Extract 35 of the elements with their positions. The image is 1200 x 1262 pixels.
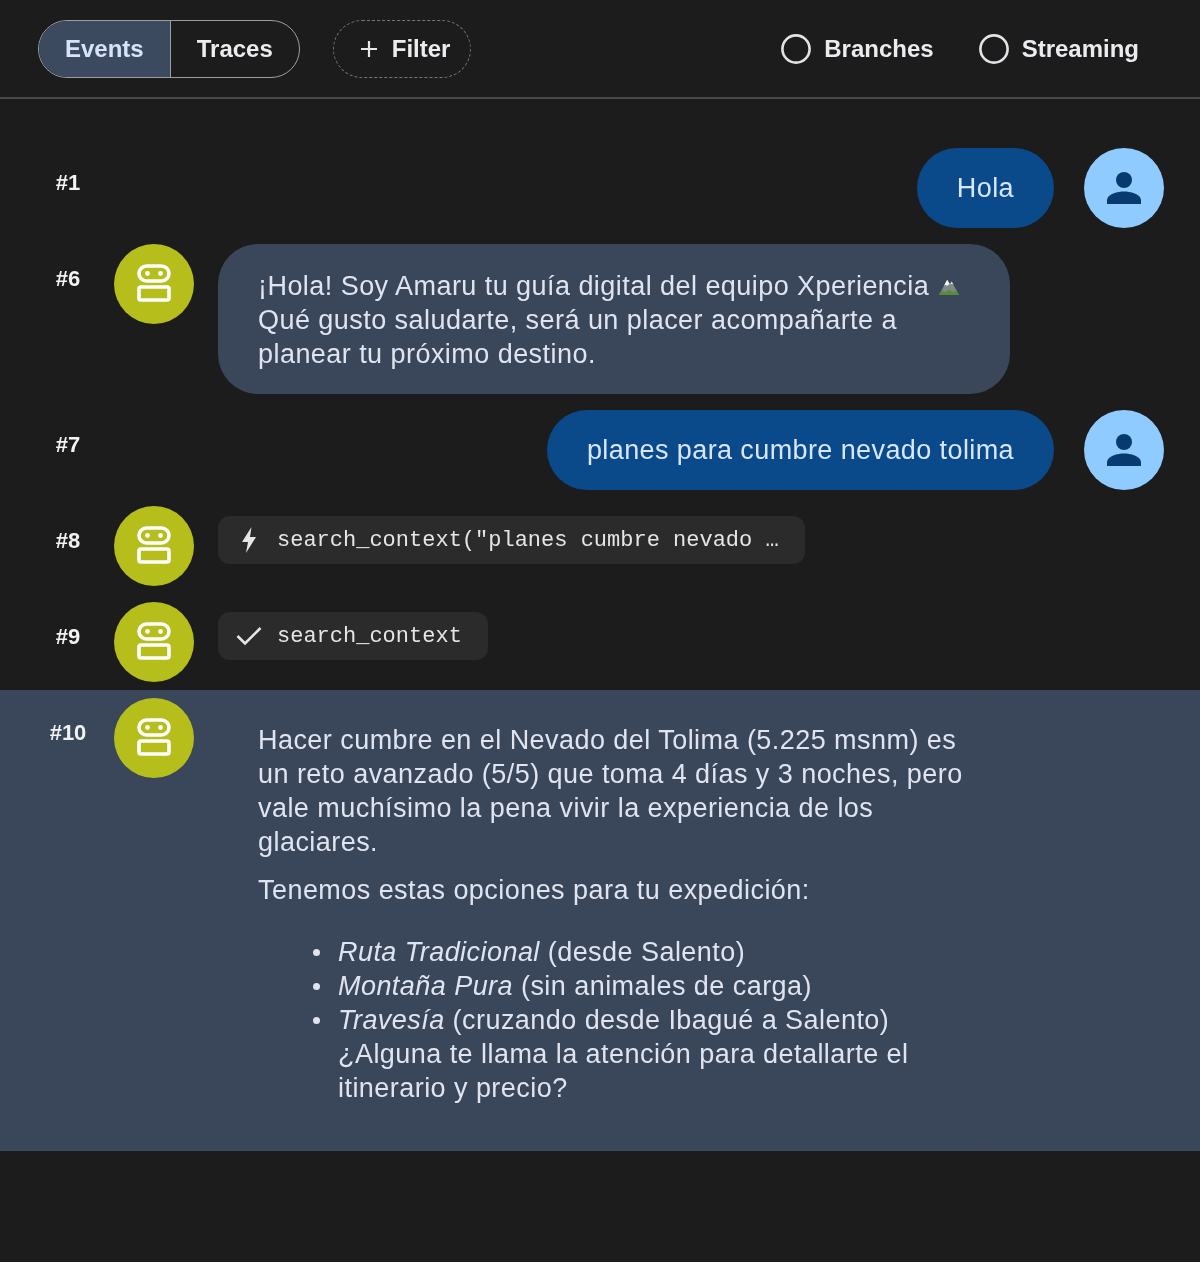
plus-icon [359, 39, 378, 58]
radio-option[interactable]: Streaming [978, 33, 1139, 64]
message-text: ¡Hola! Soy Amaru tu guía digital del equipo Xperiencia [258, 270, 930, 303]
event-number: #10 [48, 719, 88, 746]
robot-avatar-icon [114, 506, 194, 586]
robot-avatar-icon [114, 244, 194, 324]
list-item-text: Ruta Tradicional (desde Salento) [338, 936, 746, 969]
bullet-icon [313, 949, 320, 956]
view-tab[interactable]: Traces [169, 20, 299, 77]
event-number: #7 [54, 431, 82, 458]
robot-avatar-icon [114, 698, 194, 778]
message-text: Qué gusto saludarte, será un placer acompañarte a planear tu próximo destino. [258, 304, 898, 371]
event-number: #1 [54, 169, 82, 196]
view-tab[interactable]: Events [39, 20, 170, 77]
robot-avatar-icon [114, 602, 194, 682]
bullet-icon [313, 1017, 320, 1024]
list-item-text: Montaña Pura (sin animales de carga) [338, 970, 812, 1003]
bullet-icon [313, 983, 320, 990]
event-number: #8 [54, 527, 82, 554]
event-number: #9 [54, 623, 82, 650]
user-message: Hola [916, 148, 1054, 228]
user-avatar-icon [1084, 410, 1164, 490]
tool-call-chip[interactable]: search_context [218, 612, 488, 660]
message-paragraph: Tenemos estas opciones para tu expedición: [258, 874, 811, 907]
tool-call-chip[interactable]: search_context("planes cumbre nevado … [218, 516, 805, 564]
event-number: #6 [54, 265, 82, 292]
user-avatar-icon [1084, 148, 1164, 228]
user-message: planes para cumbre nevado tolima [546, 410, 1054, 490]
lightning-icon [241, 527, 257, 553]
tool-call-text: search_context("planes cumbre nevado … [277, 527, 779, 553]
check-icon [236, 626, 262, 646]
tool-call-text: search_context [277, 623, 462, 649]
message-paragraph: Hacer cumbre en el Nevado del Tolima (5.225 msnm) es un reto avanzado (5/5) que toma 4 días y 3 noches, pero vale muchísimo la pena vivir la experiencia de los glaciares. [258, 724, 964, 859]
radio-option[interactable]: Branches [781, 33, 934, 64]
list-item-text: Travesía (cruzando desde Ibagué a Salento) ¿Alguna te llama la atención para detallarte el itinerario y precio? [338, 1004, 910, 1105]
